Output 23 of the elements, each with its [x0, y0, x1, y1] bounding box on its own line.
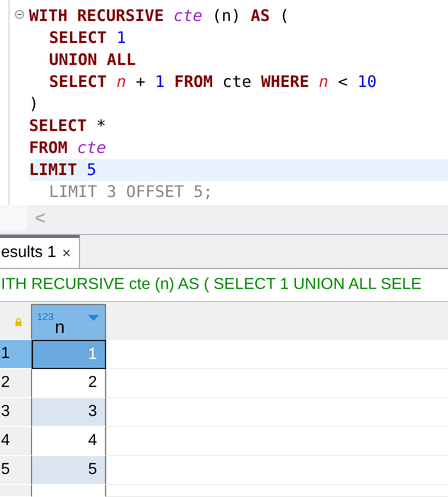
row-number[interactable]: 4: [0, 427, 32, 456]
code-line: UNION ALL: [48, 50, 136, 70]
collapse-icon[interactable]: [15, 10, 24, 18]
code-line: SELECT 1: [48, 28, 126, 48]
row-number[interactable]: 1: [0, 340, 32, 369]
row-number[interactable]: 2: [0, 369, 32, 398]
table-cell[interactable]: 2: [32, 369, 106, 398]
table-cell[interactable]: 4: [32, 427, 106, 456]
code-line: WITH RECURSIVE cte (n) AS (: [29, 6, 290, 26]
code-line: ): [29, 94, 39, 114]
results-tab[interactable]: esults 1 ×: [0, 235, 80, 268]
query-text: ITH RECURSIVE cte (n) AS ( SELECT 1 UNION ALL SELE: [1, 276, 422, 294]
lock-icon: [15, 318, 22, 326]
table-cell[interactable]: 3: [32, 398, 106, 427]
code-line: LIMIT 3 OFFSET 5;: [48, 182, 213, 202]
row-number-cell: [0, 485, 32, 497]
code-line: SELECT *: [29, 116, 106, 136]
code-line: LIMIT 5: [29, 160, 96, 180]
table-cell[interactable]: 5: [32, 456, 106, 485]
code-line: FROM cte: [29, 138, 106, 158]
row-number[interactable]: 5: [0, 456, 32, 485]
row-number[interactable]: 3: [0, 398, 32, 427]
code-line: SELECT n + 1 FROM cte WHERE n < 10: [48, 72, 377, 92]
